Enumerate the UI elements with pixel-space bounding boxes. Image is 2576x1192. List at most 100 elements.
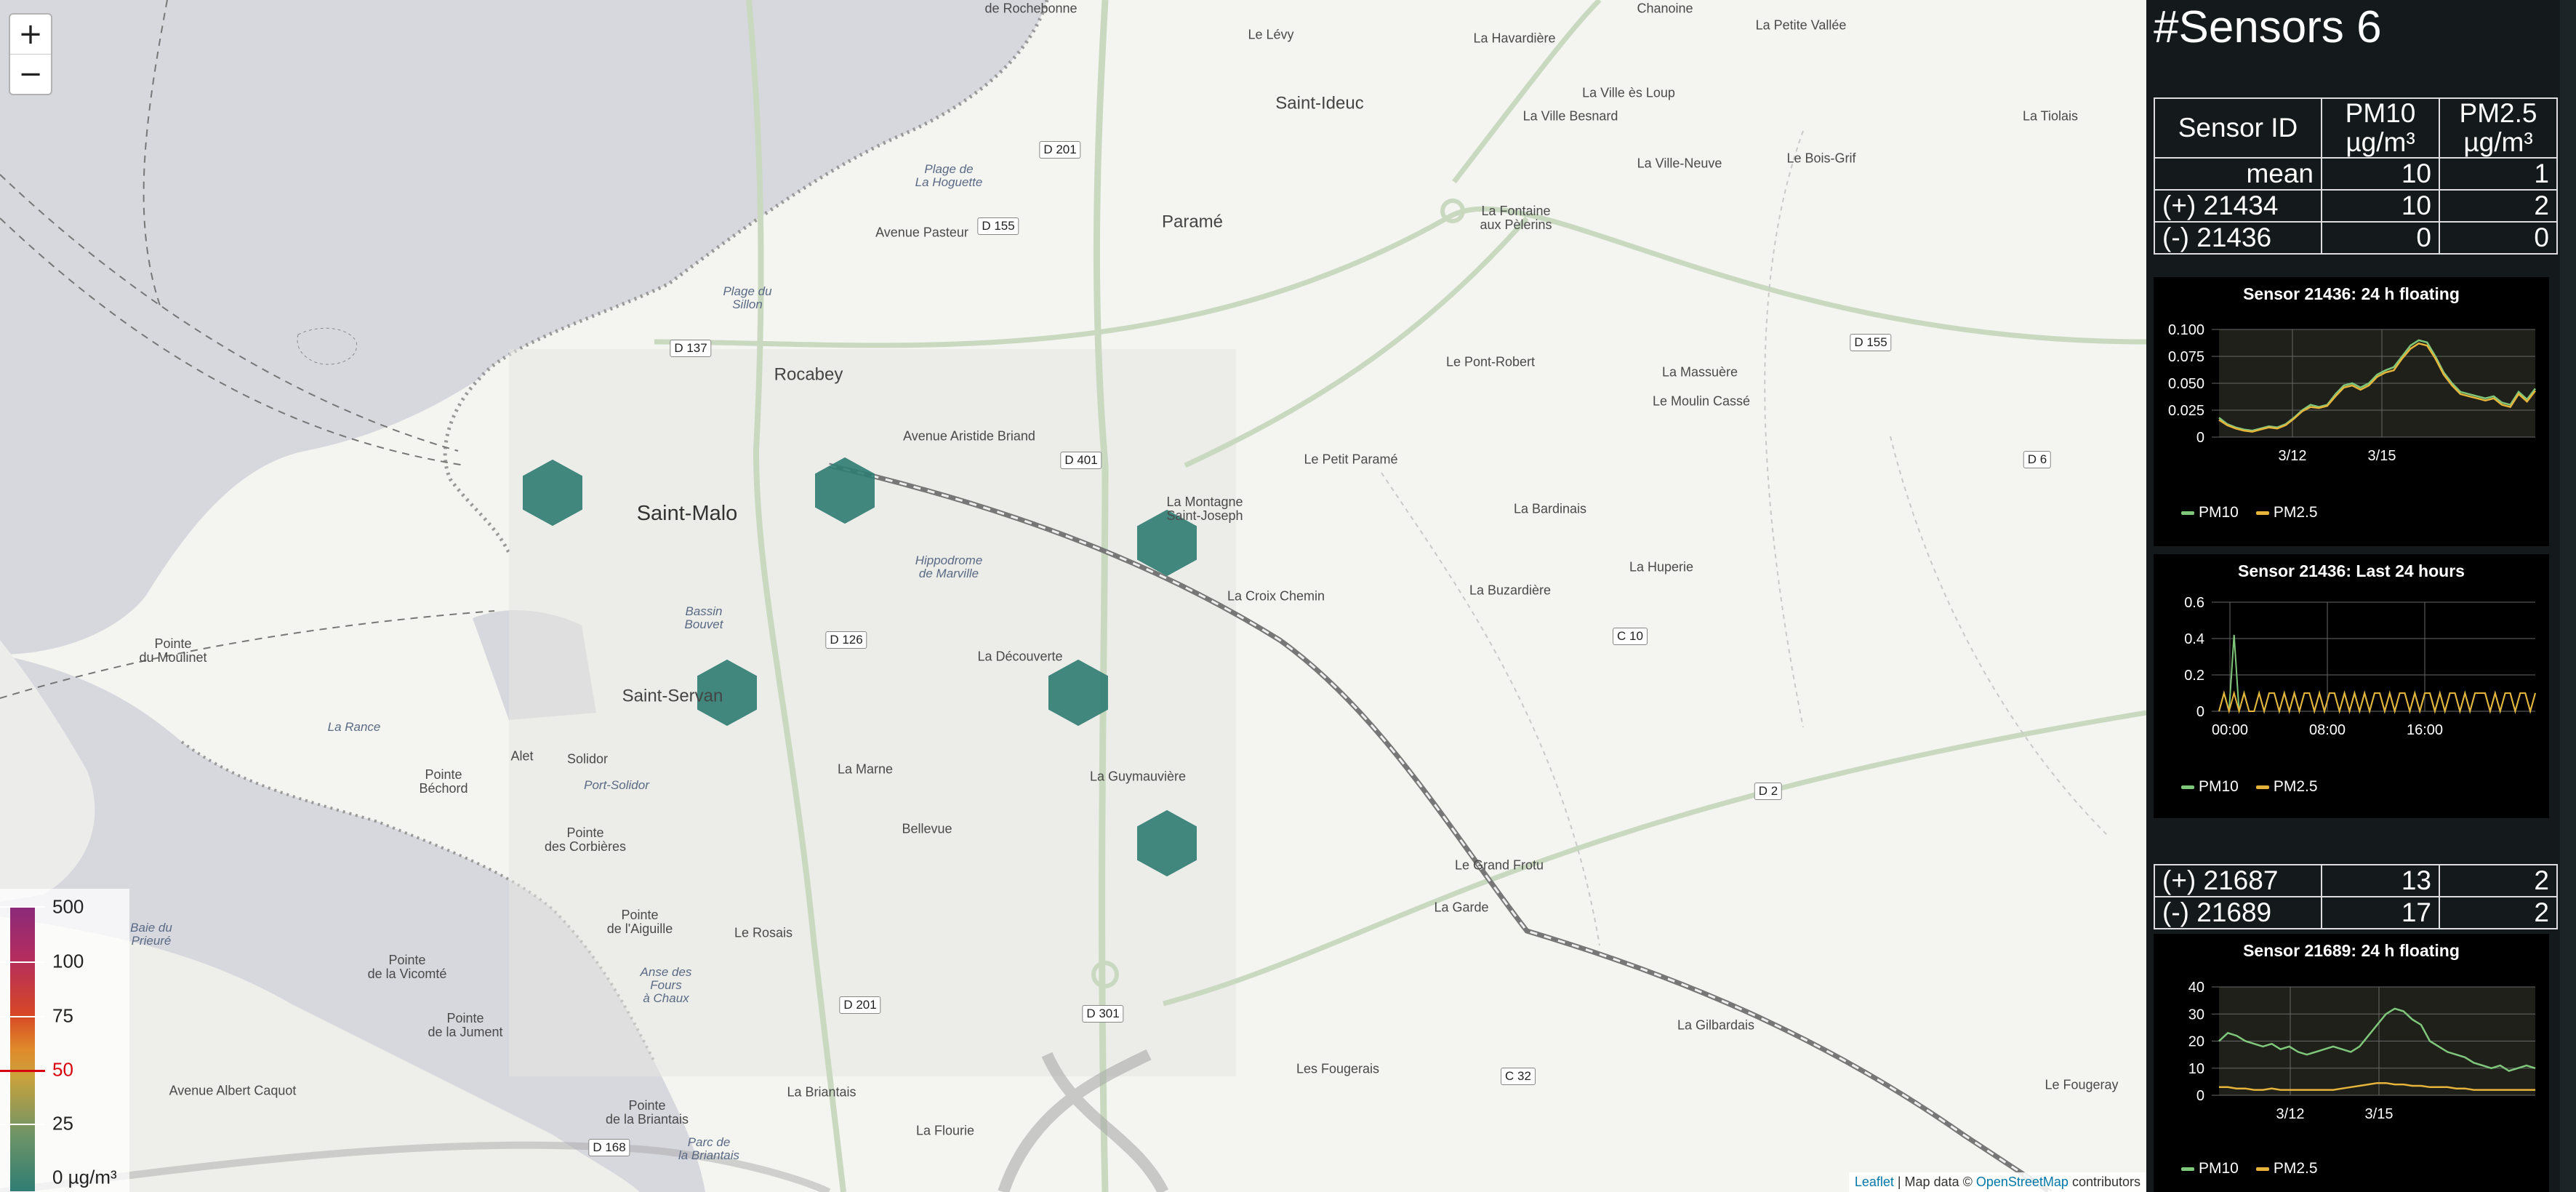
- cell-pm25: 2: [2439, 864, 2558, 897]
- place-label: Pointe de l'Aiguille: [606, 908, 673, 936]
- road-label: D 137: [670, 340, 712, 357]
- zoom-out-button[interactable]: −: [10, 54, 51, 94]
- place-label: Le Lévy: [1248, 27, 1294, 42]
- osm-link[interactable]: OpenStreetMap: [1976, 1175, 2069, 1189]
- x-tick-label: 3/15: [2365, 1106, 2394, 1122]
- table-row[interactable]: (+) 21687 13 2: [2154, 864, 2558, 897]
- legend-tick: [0, 1016, 45, 1017]
- legend-label-pm25[interactable]: PM2.5: [2274, 1160, 2318, 1177]
- place-label: La Garde: [1434, 900, 1489, 915]
- legend-swatch-pm25: [2255, 511, 2269, 515]
- legend-swatch-pm25: [2255, 1167, 2269, 1171]
- y-tick-label: 0.2: [2184, 668, 2204, 684]
- place-label: Plage de La Hoguette: [915, 162, 983, 189]
- legend-label: 500: [52, 895, 84, 918]
- road-label: C 10: [1613, 628, 1648, 645]
- legend-tick: [0, 1124, 45, 1125]
- road-label: C 32: [1501, 1068, 1536, 1085]
- place-label: Avenue Aristide Briand: [903, 428, 1035, 444]
- place-label: Pointe de la Jument: [428, 1011, 503, 1039]
- map-tiles[interactable]: [0, 0, 2146, 1192]
- cell-pm10: 13: [2321, 864, 2440, 897]
- cell-pm10: 10: [2321, 189, 2440, 223]
- road-label: D 168: [588, 1139, 630, 1156]
- color-scale-bar: [10, 906, 35, 1191]
- leaflet-link[interactable]: Leaflet: [1855, 1175, 1894, 1189]
- place-label: Plage du Sillon: [723, 284, 772, 311]
- place-label: La Fontaine aux Pèlerins: [1480, 204, 1552, 232]
- legend-tick-highlight: [0, 1070, 45, 1072]
- road-label: D 155: [1850, 334, 1892, 351]
- panel-scrollbar[interactable]: [2560, 0, 2576, 1192]
- table-header: Sensor ID PM10 µg/m³ PM2.5 µg/m³: [2154, 97, 2558, 159]
- cell-id: (-) 21689: [2154, 896, 2322, 929]
- table-row: mean 10 1: [2154, 157, 2558, 191]
- cell-id: mean: [2154, 157, 2322, 191]
- map-view[interactable]: de Rochebonne Le Lévy La Havardière Chanoin…: [0, 0, 2146, 1192]
- place-label: Saint-Malo: [636, 501, 738, 525]
- place-label: Chanoine: [1637, 1, 1693, 16]
- y-tick-label: 0.6: [2184, 595, 2204, 611]
- header-sensor-id: Sensor ID: [2154, 97, 2322, 159]
- cell-pm25: 0: [2439, 221, 2558, 255]
- y-tick-label: 0.4: [2184, 631, 2204, 647]
- legend-swatch-pm10: [2181, 1167, 2194, 1171]
- place-label: Pointe de la Briantais: [605, 1098, 689, 1127]
- place-label: Avenue Albert Caquot: [169, 1083, 297, 1098]
- legend-tick: [0, 906, 45, 908]
- place-label: La Marne: [837, 761, 894, 777]
- table-row[interactable]: (-) 21689 17 2: [2154, 896, 2558, 929]
- place-label: Le Moulin Cassé: [1652, 393, 1751, 409]
- zoom-in-button[interactable]: +: [10, 15, 51, 54]
- place-label: de Rochebonne: [984, 1, 1078, 16]
- place-label: La Massuère: [1661, 364, 1738, 380]
- y-tick-label: 0: [2196, 704, 2204, 720]
- place-label: Baie du Prieuré: [130, 921, 172, 948]
- place-label: La Bardinais: [1513, 501, 1587, 516]
- place-label: La Petite Vallée: [1755, 17, 1847, 33]
- legend-swatch-pm10: [2181, 785, 2194, 789]
- place-label: La Ville ès Loup: [1582, 85, 1675, 100]
- cell-pm10: 17: [2321, 896, 2440, 929]
- road-label: D 2: [1754, 783, 1783, 800]
- road-label: D 401: [1060, 452, 1102, 469]
- road-label: D 201: [1039, 141, 1081, 159]
- place-label: Saint-Ideuc: [1275, 93, 1364, 113]
- place-label: La Guymauvière: [1089, 769, 1187, 784]
- place-label: Bassin Bouvet: [684, 604, 723, 631]
- legend-label-pm10[interactable]: PM10: [2199, 504, 2239, 521]
- place-label: Hippodrome de Marville: [915, 553, 983, 580]
- panel-title: #Sensors 6: [2154, 2, 2382, 52]
- place-label: Le Petit Paramé: [1304, 452, 1398, 467]
- legend-label-highlight: 50: [52, 1058, 73, 1081]
- sensor-panel[interactable]: #Sensors 6 Sensor ID PM10 µg/m³ PM2.5 µg…: [2146, 0, 2576, 1192]
- table-row[interactable]: (+) 21434 10 2: [2154, 189, 2558, 223]
- x-tick-label: 3/15: [2368, 448, 2396, 464]
- cell-pm10: 0: [2321, 221, 2440, 255]
- legend-label-pm25[interactable]: PM2.5: [2274, 504, 2318, 521]
- place-label: La Rance: [327, 720, 381, 735]
- map-attribution: Leaflet | Map data © OpenStreetMap contr…: [1848, 1172, 2146, 1192]
- legend-label-pm10[interactable]: PM10: [2199, 1160, 2239, 1177]
- place-label: La Briantais: [787, 1084, 856, 1100]
- place-label: La Croix Chemin: [1227, 588, 1325, 604]
- legend-label: 75: [52, 1004, 73, 1027]
- zoom-control: + −: [9, 13, 52, 95]
- chart-legend: PM10 PM2.5: [2181, 778, 2318, 796]
- legend-label-pm10[interactable]: PM10: [2199, 778, 2239, 795]
- y-tick-label: 20: [2188, 1034, 2204, 1050]
- road-label: D 6: [2023, 451, 2052, 468]
- attribution-tail: contributors: [2068, 1175, 2140, 1189]
- place-label: La Huperie: [1629, 559, 1694, 575]
- table-row[interactable]: (-) 21436 0 0: [2154, 221, 2558, 255]
- x-tick-label: 3/12: [2276, 1106, 2305, 1122]
- place-label: Parc de la Briantais: [678, 1135, 740, 1162]
- y-tick-label: 30: [2188, 1007, 2204, 1023]
- place-label: La Montagne Saint-Joseph: [1166, 495, 1243, 523]
- y-tick-label: 0: [2196, 430, 2204, 446]
- legend-label-pm25[interactable]: PM2.5: [2274, 778, 2318, 795]
- header-pm10: PM10 µg/m³: [2321, 97, 2440, 159]
- place-label: Le Fougeray: [2045, 1077, 2119, 1092]
- cell-pm25: 2: [2439, 896, 2558, 929]
- legend-swatch-pm10: [2181, 511, 2194, 515]
